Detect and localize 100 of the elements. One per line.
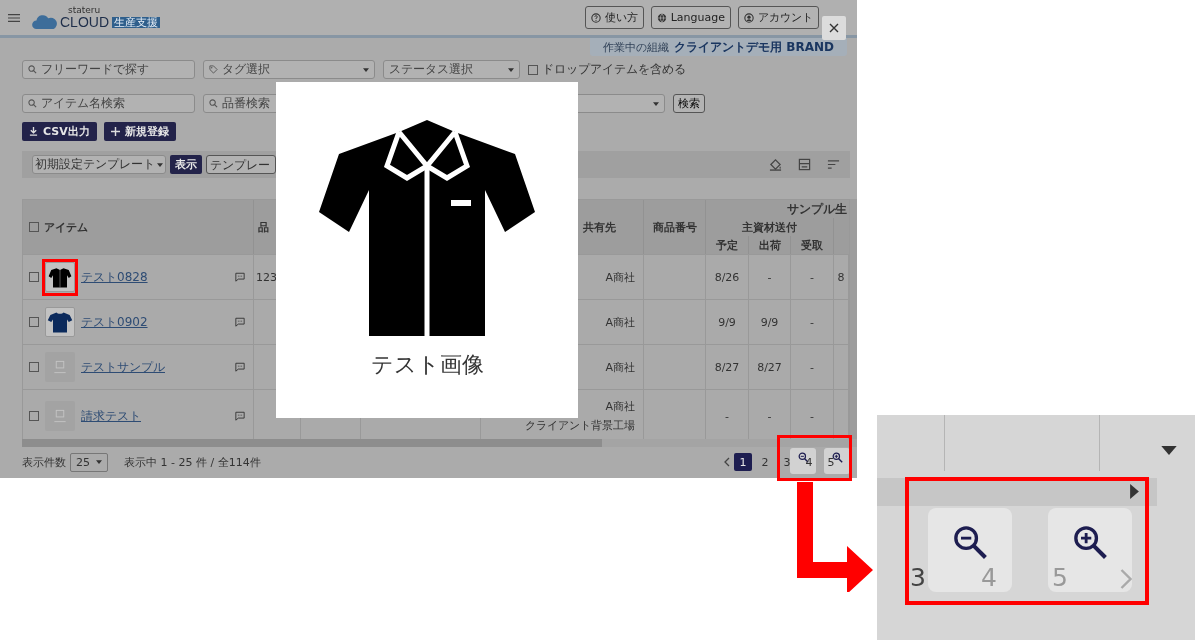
filter-field[interactable]: ステータス選択	[383, 60, 520, 79]
table-cell-text: 123	[255, 270, 277, 284]
column-group-header: 主資材送付	[742, 219, 797, 235]
show-button[interactable]: 表示	[170, 155, 202, 174]
filter-field[interactable]: タグ選択	[203, 60, 375, 79]
header-button[interactable]: Language	[650, 6, 731, 29]
caret-icon	[157, 162, 163, 167]
item-link[interactable]: テスト0902	[81, 313, 148, 331]
caret-icon	[508, 67, 514, 72]
column-header: 品	[258, 219, 269, 235]
page-button[interactable]: 1	[734, 453, 752, 471]
next-page-icon	[1120, 568, 1132, 590]
zoom-out-button[interactable]	[790, 448, 816, 474]
template-select[interactable]: 初期設定テンプレート	[32, 155, 166, 174]
sort-icon[interactable]	[827, 158, 840, 171]
column-header: 予定	[716, 237, 738, 253]
select-all-checkbox[interactable]	[29, 222, 39, 232]
logo-text: CLOUD	[60, 15, 109, 29]
row-checkbox[interactable]	[29, 272, 39, 282]
organization-name: クライアントデモ用 BRAND	[674, 38, 834, 56]
page-number: 5	[1052, 563, 1068, 592]
image-caption: テスト画像	[370, 351, 484, 379]
column-header: 受取	[801, 237, 823, 253]
header-button[interactable]: 使い方	[584, 6, 644, 29]
table-cell: -	[810, 409, 814, 423]
scroll-down-icon	[1161, 446, 1177, 455]
page-button[interactable]: 5	[822, 453, 840, 471]
image-icon[interactable]	[798, 158, 811, 171]
logo-badge: 生産支援	[112, 16, 160, 28]
organization-label: 作業中の組織	[603, 39, 670, 55]
filter-field[interactable]: アイテム名検索	[22, 94, 195, 113]
column-header: 商品番号	[652, 219, 697, 235]
zoom-in-button[interactable]	[824, 448, 850, 474]
table-cell: A商社	[605, 359, 635, 375]
tshirt-thumbnail[interactable]	[45, 307, 75, 337]
close-icon	[829, 23, 839, 33]
table-cell: 9/9	[760, 315, 779, 329]
menu-icon[interactable]	[8, 12, 20, 23]
page-button[interactable]: 4	[800, 453, 818, 471]
previous-page-icon[interactable]	[724, 457, 730, 467]
scroll-right-icon	[1130, 484, 1139, 499]
row-checkbox[interactable]	[29, 317, 39, 327]
tag-icon	[209, 65, 218, 74]
page-number: 3	[910, 563, 926, 592]
table-cell: -	[810, 270, 814, 284]
table-cell: A商社	[605, 314, 635, 330]
comment-icon[interactable]	[235, 272, 245, 282]
item-link[interactable]: テスト0828	[81, 268, 148, 286]
filter-field[interactable]: フリーワードで探す	[22, 60, 195, 79]
comment-icon[interactable]	[235, 362, 245, 372]
page-button[interactable]: 3	[778, 453, 796, 471]
row-checkbox[interactable]	[29, 362, 39, 372]
action-button[interactable]: 新規登録	[103, 122, 176, 141]
globe-icon	[656, 12, 667, 23]
search-button[interactable]: 検索	[673, 94, 705, 113]
per-page-select[interactable]: 25	[70, 452, 108, 472]
search-icon	[28, 99, 37, 108]
table-cell: -	[725, 409, 729, 423]
table-cell: -	[810, 360, 814, 374]
search-icon	[28, 65, 37, 74]
paint-bucket-icon[interactable]	[769, 158, 782, 171]
vertical-scrollbar[interactable]	[850, 199, 857, 439]
column-header[interactable]: アイテム	[44, 219, 88, 235]
question-circle-icon	[590, 12, 601, 23]
close-button[interactable]	[822, 16, 846, 40]
table-cell: 8/27	[757, 360, 782, 374]
table-cell: A商社	[605, 399, 635, 414]
table-cell: クライアント背景工場	[525, 418, 635, 433]
table-cell: 9/9	[718, 315, 736, 329]
column-header: 共有先	[583, 219, 616, 235]
column-header: 出荷	[758, 237, 781, 253]
zoom-out-icon	[952, 524, 988, 560]
plus-icon	[110, 127, 120, 136]
caret-icon	[653, 101, 659, 106]
action-button[interactable]: CSV出力	[22, 122, 97, 141]
table-cell: 8/27	[714, 360, 740, 374]
table-cell: -	[767, 409, 772, 423]
download-icon	[29, 127, 38, 136]
logo-subtitle: stateru	[68, 6, 102, 15]
page-button[interactable]: 2	[756, 453, 774, 471]
item-link[interactable]: テストサンプル	[81, 358, 165, 376]
table-cell: -	[810, 315, 814, 329]
caret-icon	[363, 67, 369, 72]
per-page-label: 表示件数	[22, 454, 66, 470]
table-cell: -	[767, 270, 772, 284]
drop-items-checkbox[interactable]: ドロップアイテムを含める	[528, 61, 686, 78]
caret-icon	[96, 460, 102, 464]
table-cell: 8	[837, 270, 845, 284]
item-link[interactable]: 請求テスト	[81, 407, 141, 425]
horizontal-scrollbar[interactable]	[22, 439, 857, 447]
user-circle-icon	[744, 12, 754, 23]
result-summary: 表示中 1 - 25 件 / 全114件	[124, 454, 261, 470]
table-cell: A商社	[605, 269, 635, 285]
table-cell: 8/26	[714, 270, 740, 284]
comment-icon[interactable]	[235, 411, 245, 421]
comment-icon[interactable]	[235, 317, 245, 327]
template-name-field[interactable]: テンプレー	[206, 155, 276, 174]
zoom-in-icon	[1072, 524, 1108, 560]
header-button[interactable]: アカウント	[738, 6, 819, 29]
row-checkbox[interactable]	[29, 411, 39, 421]
